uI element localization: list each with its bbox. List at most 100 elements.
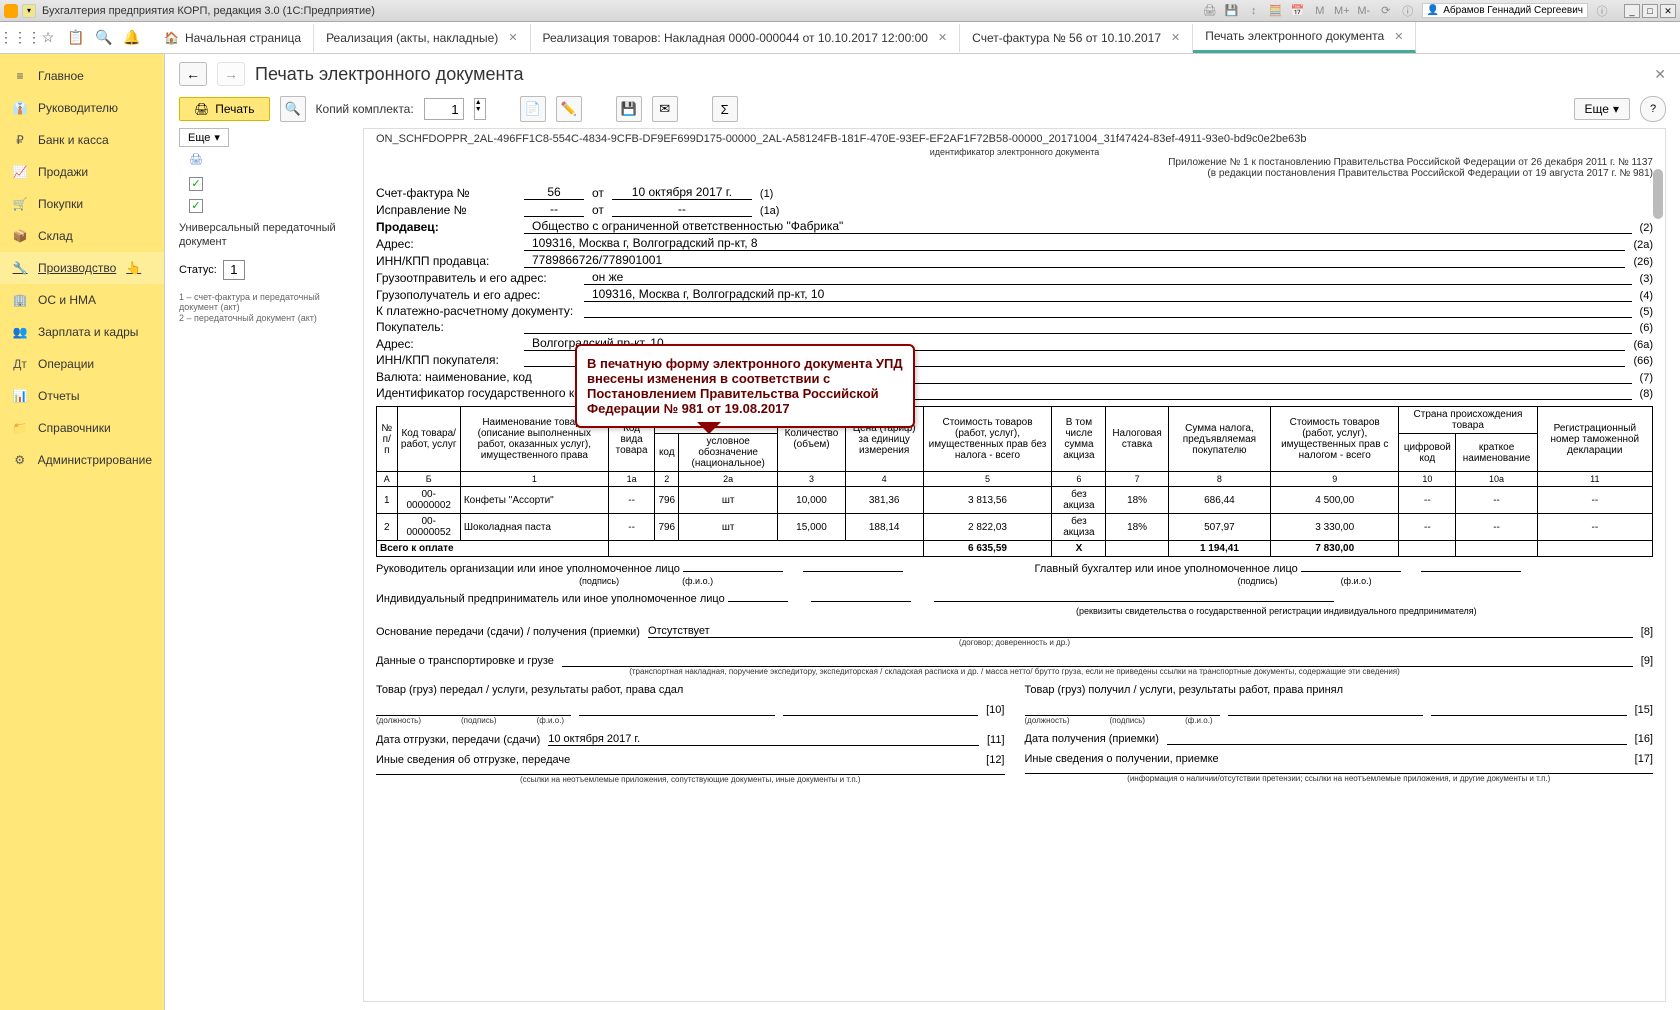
sidebar-item-reports[interactable]: 📊 Отчеты (0, 380, 164, 412)
clipboard-icon[interactable]: 📋 (66, 28, 86, 48)
tab-invoice[interactable]: Реализация товаров: Накладная 0000-00004… (531, 24, 961, 52)
more-button[interactable]: Еще ▾ (1574, 98, 1630, 120)
tab-home[interactable]: 🏠 Начальная страница (152, 24, 314, 52)
page-setup-button[interactable]: 📄 (520, 96, 546, 122)
forward-button[interactable]: → (217, 62, 245, 86)
dt-icon: Дт (12, 356, 28, 372)
right-other-n: [17] (1635, 753, 1653, 765)
sidebar-item-directories[interactable]: 📁Справочники (0, 412, 164, 444)
sum-button[interactable]: Σ (712, 96, 738, 122)
copies-input[interactable] (424, 98, 464, 120)
consignee-value: 109316, Москва г, Волгоградский пр-кт, 1… (584, 287, 1632, 302)
close-icon[interactable]: ✕ (938, 31, 947, 44)
document-id: ON_SCHFDOPPR_2AL-496FF1C8-554C-4834-9CFB… (376, 131, 1653, 147)
app-menu-dropdown[interactable]: ▾ (22, 4, 36, 18)
user-badge[interactable]: 👤 Абрамов Геннадий Сергеевич (1422, 3, 1588, 18)
m-icon[interactable]: M (1312, 3, 1328, 19)
seller-value: Общество с ограниченной ответственностью… (524, 219, 1632, 234)
close-icon[interactable]: ✕ (1171, 31, 1180, 44)
apps-icon[interactable]: ⋮⋮⋮ (10, 28, 30, 48)
left-more-button[interactable]: Еще ▾ (179, 128, 229, 147)
print-button[interactable]: 🖨 Печать (179, 97, 270, 121)
sf-label: Счет-фактура № (376, 186, 516, 200)
sidebar-item-main[interactable]: ≡Главное (0, 60, 164, 92)
inn-label: ИНН/КПП продавца: (376, 254, 516, 268)
email-button[interactable]: ✉ (652, 96, 678, 122)
left-n: [10] (986, 704, 1004, 716)
save-button[interactable]: 💾 (616, 96, 642, 122)
sidebar-item-admin[interactable]: ⚙Администрирование (0, 444, 164, 476)
calc-icon[interactable]: 🧮 (1268, 3, 1284, 19)
sidebar-item-purchases[interactable]: 🛒Покупки (0, 188, 164, 220)
basis-sub: (договор; доверенность и др.) (376, 638, 1653, 647)
close-icon[interactable]: ✕ (1394, 30, 1403, 43)
sidebar-item-bank[interactable]: ₽Банк и касса (0, 124, 164, 156)
bars-icon: 📊 (12, 388, 28, 404)
th-unit-name: условное обозначение (национальное) (679, 434, 778, 472)
mplus-icon[interactable]: M+ (1334, 3, 1350, 19)
close-button[interactable]: ✕ (1660, 4, 1676, 18)
inn-num: (26) (1633, 256, 1653, 268)
user-name: Абрамов Геннадий Сергеевич (1443, 5, 1583, 16)
maximize-button[interactable]: □ (1642, 4, 1658, 18)
calendar-icon[interactable]: 📅 (1290, 3, 1306, 19)
print-icon[interactable]: 🖨 (1202, 3, 1218, 19)
window-title: Бухгалтерия предприятия КОРП, редакция 3… (42, 5, 1202, 17)
arrow-icon[interactable]: ↕ (1246, 3, 1262, 19)
right-other-sub: (информация о наличии/отсутствии претенз… (1025, 774, 1654, 783)
sig-sub1b: (подпись) (1238, 576, 1278, 586)
page-close-button[interactable]: ✕ (1654, 66, 1666, 83)
checkbox-1[interactable]: ✓ (189, 177, 203, 191)
sidebar-item-sales[interactable]: 📈Продажи (0, 156, 164, 188)
upd-label: Универсальный передаточный документ (179, 221, 359, 250)
copies-spinner[interactable]: ▲▼ (474, 98, 486, 120)
preview-button[interactable]: 🔍 (280, 96, 306, 122)
right-date-label: Дата получения (приемки) (1025, 733, 1159, 745)
basis-value: Отсутствует (648, 625, 1633, 638)
sig-sub2b: (ф.и.о.) (1341, 576, 1372, 586)
consignee-label: Грузополучатель и его адрес: (376, 288, 576, 302)
sidebar-item-warehouse[interactable]: 📦Склад (0, 220, 164, 252)
back-button[interactable]: ← (179, 62, 207, 86)
star-icon[interactable]: ☆ (38, 28, 58, 48)
sidebar: ≡Главное 👔Руководителю ₽Банк и касса 📈Пр… (0, 54, 165, 1010)
sidebar-item-assets[interactable]: 🏢ОС и НМА (0, 284, 164, 316)
annex2: (в редакции постановления Правительства … (376, 168, 1653, 179)
sf-no: 56 (524, 185, 584, 200)
sidebar-item-production[interactable]: 🔧Производство 👆 (0, 252, 164, 284)
save-icon[interactable]: 💾 (1224, 3, 1240, 19)
tab-realization[interactable]: Реализация (акты, накладные) ✕ (314, 24, 530, 52)
left-s: (подпись) (461, 716, 497, 725)
right-title: Товар (груз) получил / услуги, результат… (1025, 684, 1654, 696)
payment-label: К платежно-расчетному документу: (376, 304, 576, 318)
scrollbar[interactable] (1653, 169, 1663, 219)
th-rate: Налоговая ставка (1106, 407, 1168, 472)
print-icon: 🖨 (189, 153, 205, 169)
th-excise: В том числе сумма акциза (1052, 407, 1106, 472)
checkbox-2[interactable]: ✓ (189, 199, 203, 213)
sig-r3: Индивидуальный предприниматель или иное … (376, 593, 725, 605)
tab-label: Реализация (акты, накладные) (326, 31, 498, 45)
refresh-icon[interactable]: ⟳ (1378, 3, 1394, 19)
help-icon[interactable]: ⓘ (1594, 3, 1610, 19)
bell-icon[interactable]: 🔔 (122, 28, 142, 48)
close-icon[interactable]: ✕ (508, 31, 517, 44)
minimize-button[interactable]: _ (1624, 4, 1640, 18)
edit-button[interactable]: ✏️ (556, 96, 582, 122)
sidebar-item-operations[interactable]: Дт Операции (0, 348, 164, 380)
sidebar-label: Отчеты (38, 389, 79, 403)
th-unit-code: код (655, 434, 679, 472)
sidebar-label: Операции (38, 357, 94, 371)
tab-print[interactable]: Печать электронного документа✕ (1193, 22, 1416, 53)
th-ccode: цифровой код (1399, 434, 1456, 472)
tab-schet[interactable]: Счет-фактура № 56 от 10.10.2017✕ (960, 24, 1193, 52)
isp-date: -- (612, 202, 752, 217)
info-icon[interactable]: ⓘ (1400, 3, 1416, 19)
mminus-icon[interactable]: M- (1356, 3, 1372, 19)
sidebar-item-salary[interactable]: 👥Зарплата и кадры (0, 316, 164, 348)
help-button[interactable]: ? (1640, 96, 1666, 122)
sidebar-item-manager[interactable]: 👔Руководителю (0, 92, 164, 124)
right-n: [15] (1635, 704, 1653, 716)
search-icon[interactable]: 🔍 (94, 28, 114, 48)
status-input[interactable] (223, 260, 245, 280)
